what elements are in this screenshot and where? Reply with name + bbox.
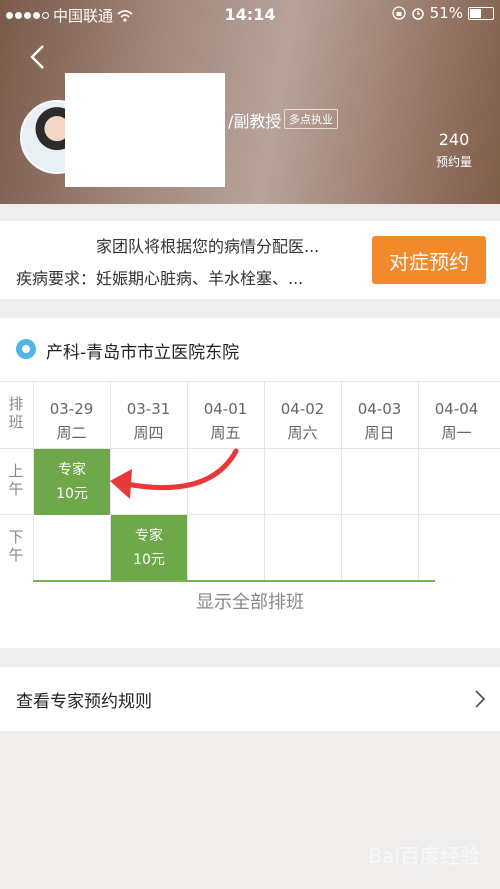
- doctor-header: 中国联通 14:14 51% /副教授 多点执业 240 预约量: [0, 0, 500, 204]
- rotation-lock-icon: [392, 6, 406, 20]
- booking-rules-row[interactable]: 查看专家预约规则: [0, 667, 500, 731]
- booking-stat: 240 预约量: [436, 130, 472, 170]
- team-description: 家团队将根据您的病情分配医...: [96, 237, 320, 256]
- watermark-logo: Bai百度经验: [368, 844, 480, 868]
- red-annotation-arrow: [110, 448, 239, 499]
- disease-requirements: 疾病要求：妊娠期心脏病、羊水栓塞、...: [16, 269, 304, 288]
- department-location: 产科-青岛市市立医院东院: [46, 343, 240, 363]
- redacted-name-box: [65, 73, 225, 187]
- battery-icon: [468, 6, 494, 20]
- battery-percent: 51%: [429, 4, 463, 22]
- team-panel: 家团队将根据您的病情分配医... 疾病要求：妊娠期心脏病、羊水栓塞、... 对症…: [0, 221, 500, 299]
- multi-practice-badge: 多点执业: [284, 109, 338, 129]
- chevron-right-icon: [475, 690, 486, 708]
- symptom-booking-button[interactable]: 对症预约: [372, 236, 486, 284]
- alarm-icon: [411, 8, 424, 20]
- status-right: 51%: [392, 4, 494, 22]
- show-all-schedule-button[interactable]: 显示全部排班: [0, 588, 500, 614]
- status-bar: 中国联通 14:14 51%: [0, 0, 500, 28]
- schedule-panel: 产科-青岛市市立医院东院 排 班 上 午 下 午 03-29 周二 03-31 …: [0, 318, 500, 648]
- back-arrow-icon[interactable]: [28, 44, 48, 70]
- booking-count: 240: [438, 130, 470, 149]
- battery-fill: [470, 8, 482, 18]
- booking-count-label: 预约量: [435, 155, 472, 169]
- doctor-title: /副教授: [228, 112, 282, 131]
- location-pin-icon: [16, 339, 36, 359]
- schedule-grid: 排 班 上 午 下 午 03-29 周二 03-31 周四 04-01 周五 0…: [0, 381, 500, 582]
- booking-rules-label: 查看专家预约规则: [16, 692, 152, 712]
